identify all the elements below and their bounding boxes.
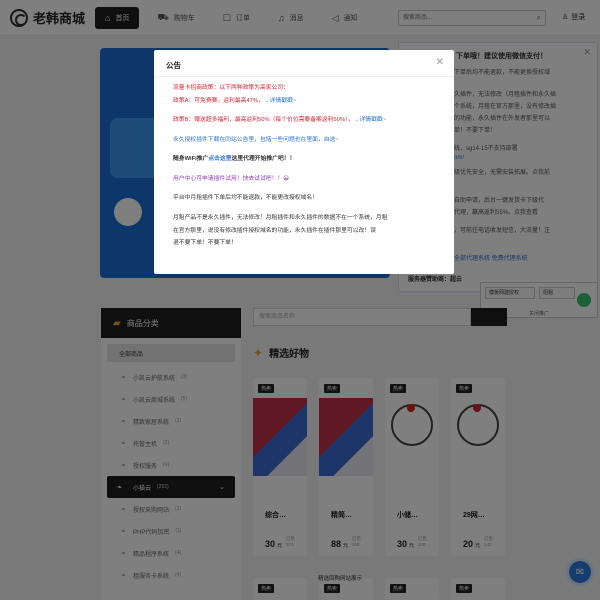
modal-line: 政策B：赠送超多福利，最高返利50%（每个价位需要备案返利50%），→详情戳戳~ xyxy=(173,117,387,123)
modal-line: 在官方那里，说没有修改插件授权域名的功能，永久插件在插件那里可以改！误 xyxy=(173,228,376,234)
modal-line: 流量卡招商政策：以下两种政策为高家公司： xyxy=(173,85,289,91)
close-icon[interactable]: ✕ xyxy=(436,57,444,68)
modal-title: 公告 xyxy=(166,61,181,70)
wifi-link[interactable]: 点击这里 xyxy=(208,156,231,162)
policy-a-link[interactable]: →详情戳戳~ xyxy=(264,98,296,104)
policy-b-link[interactable]: →详情戳戳~ xyxy=(354,117,386,123)
modal-line[interactable]: 永久授权插件下载在同站公告里，包括一些问题也在里面，自选~ xyxy=(173,137,339,144)
modal-divider xyxy=(154,76,454,77)
modal-line: 政策A：可免费赛，返利最高47%，→详情戳戳~ xyxy=(173,98,297,104)
modal-line: 月租产品不是永久插件，无法修改！月租插件和永久插件的数据不在一个系统，月租 xyxy=(173,215,388,221)
modal-line: 用户中心可申请插件试用！快去试试吧！！😀 xyxy=(173,176,290,182)
modal-line: 退不要下单！不要下单！ xyxy=(173,240,237,246)
modal-line: 随身WiFi推广点击这里这里代理开始推广吧！！ xyxy=(173,156,296,162)
announcement-modal: 公告 ✕ 流量卡招商政策：以下两种政策为高家公司： 政策A：可免费赛，返利最高4… xyxy=(154,50,454,274)
modal-line: 平台中月租插件下单后均不能退款，不能更改授权域名！ xyxy=(173,195,318,201)
